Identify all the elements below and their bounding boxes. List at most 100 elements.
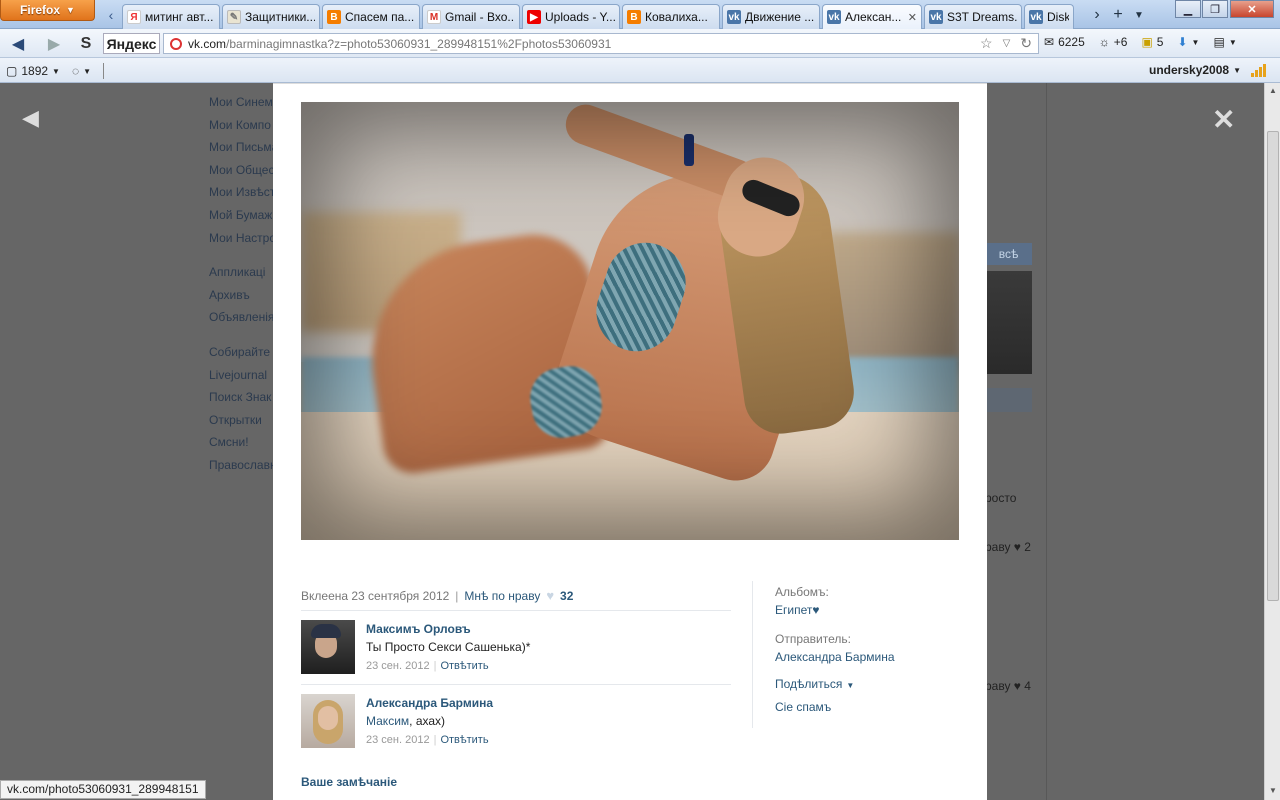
background-bar — [985, 388, 1032, 412]
bonus-widget[interactable]: ▣ 5 — [1141, 35, 1163, 49]
comment-mention-link[interactable]: Максим — [366, 714, 409, 728]
menu-item[interactable]: Православн — [209, 454, 278, 477]
menu-item[interactable]: Архивъ — [209, 284, 278, 307]
address-bar[interactable]: vk.com/barminagimnastka?z=photo53060931_… — [163, 33, 1039, 54]
menu-item[interactable]: Открытки — [209, 409, 278, 432]
reply-link[interactable]: Отвѣтить — [440, 734, 488, 746]
blogger-icon: B — [627, 10, 641, 24]
avatar-cap — [311, 624, 341, 638]
maximize-icon[interactable]: ❐ — [1202, 0, 1228, 18]
main-photo[interactable] — [301, 102, 959, 540]
reload-icon[interactable]: ↻ — [1020, 35, 1032, 53]
comment-item: Александра Бармина Максим, ахах) 23 сен.… — [301, 694, 731, 750]
chevron-down-icon: ▼ — [1191, 37, 1200, 47]
history-dropdown-icon[interactable]: ▽ — [1003, 35, 1011, 53]
comment-author[interactable]: Александра Бармина — [366, 696, 493, 710]
album-link[interactable]: Египет♥ — [775, 603, 829, 617]
tab-5[interactable]: B Ковалиха... — [622, 4, 720, 29]
list-all-tabs-icon[interactable]: ▼ — [1131, 10, 1147, 21]
comment-date: 23 сен. 2012 — [366, 734, 430, 746]
chevron-down-icon[interactable]: ▼ — [846, 681, 854, 690]
tab-4[interactable]: ▶ Uploads - Y... — [522, 4, 620, 29]
signal-strength-icon[interactable] — [1251, 63, 1266, 77]
menu-item[interactable]: Поиск Знак — [209, 386, 278, 409]
tab-0[interactable]: Ямитинг авт... — [122, 4, 220, 29]
share-menu[interactable]: Подѣлиться ▼ — [775, 677, 854, 691]
forward-arrow-icon[interactable]: ▶ — [44, 34, 64, 54]
tab-1[interactable]: ✎ Защитники... — [222, 4, 320, 29]
tab-9[interactable]: vk Diskote — [1024, 4, 1074, 29]
scroll-down-icon[interactable]: ▼ — [1265, 783, 1280, 799]
bookmarks-right: undersky2008 ▼ — [1149, 63, 1266, 77]
weather-widget[interactable]: ☼ +6 — [1099, 35, 1128, 49]
tab-8[interactable]: vk S3T Dreams... — [924, 4, 1022, 29]
chevron-down-icon: ▼ — [83, 66, 92, 76]
tab-6[interactable]: vk Движение ... — [722, 4, 820, 29]
tab-title: Алексан... — [845, 10, 902, 24]
close-tab-icon[interactable]: ✕ — [908, 11, 917, 24]
back-arrow-icon[interactable]: ◀ — [8, 34, 28, 54]
previous-photo-arrow-icon[interactable]: ◀ — [22, 105, 39, 131]
tab-scroll-right-icon[interactable]: › — [1089, 6, 1105, 24]
yandex-label: Яндекс — [106, 35, 157, 52]
tab-bar-controls: › + ▼ — [1089, 4, 1147, 26]
tab-2[interactable]: B Спасем па... — [322, 4, 420, 29]
background-like-count: раву ♥ 2 — [985, 540, 1031, 554]
menu-item[interactable]: Мой Бумаж — [209, 204, 278, 227]
like-button[interactable]: Мнѣ по нраву — [464, 589, 540, 603]
menu-item[interactable]: Мои Извѣст — [209, 181, 278, 204]
menu-item[interactable]: Аппликаці — [209, 261, 278, 284]
report-spam-link[interactable]: Сіе спамъ — [775, 700, 831, 714]
reply-link[interactable]: Отвѣтить — [440, 660, 488, 672]
chevron-down-icon: ▼ — [52, 66, 60, 76]
new-tab-icon[interactable]: + — [1105, 6, 1131, 24]
tab-title: Защитники... — [245, 10, 315, 24]
tab-3[interactable]: M Gmail - Вхо... — [422, 4, 520, 29]
menu-item[interactable]: Livejournal — [209, 364, 278, 387]
all-photos-link[interactable]: всѣ — [985, 243, 1032, 265]
background-thumbnail[interactable] — [985, 271, 1032, 374]
vk-icon: vk — [827, 10, 841, 24]
minimize-icon[interactable]: ▁ — [1175, 0, 1201, 18]
menu-item[interactable]: Мои Письма — [209, 136, 278, 159]
user-menu[interactable]: undersky2008 ▼ — [1149, 63, 1241, 77]
add-comment-heading[interactable]: Ваше замѣчаніе — [301, 775, 397, 789]
heart-icon[interactable]: ♥ — [546, 588, 554, 603]
comments-widget[interactable]: ◌ ▼ — [72, 64, 91, 78]
tab-scroll-left-icon[interactable]: ‹ — [104, 6, 118, 26]
mail-widget[interactable]: ✉ 6225 — [1044, 35, 1085, 49]
sender-link[interactable]: Александра Бармина — [775, 650, 895, 664]
menu-item[interactable]: Объявленія — [209, 306, 278, 329]
scroll-up-icon[interactable]: ▲ — [1265, 83, 1280, 99]
menu-item[interactable]: Мои Синем — [209, 91, 278, 114]
scrollbar-thumb[interactable] — [1267, 131, 1279, 601]
menu-item[interactable]: Собирайте — [209, 341, 278, 364]
tab-title: Движение ... — [745, 10, 815, 24]
menu-item[interactable]: Мои Компо — [209, 114, 278, 137]
bookmark-star-icon[interactable]: ☆ — [980, 35, 993, 53]
avatar[interactable] — [301, 694, 355, 748]
firefox-menu-button[interactable]: Firefox ▼ — [0, 0, 95, 21]
comment-author[interactable]: Максимъ Орловъ — [366, 622, 471, 636]
menu-item[interactable]: Смсни! — [209, 431, 278, 454]
tab-strip: Ямитинг авт... ✎ Защитники... B Спасем па.… — [122, 4, 1074, 29]
site-identity-icon[interactable] — [170, 37, 182, 50]
spam-action[interactable]: Сіе спамъ — [775, 700, 831, 714]
menu-item[interactable]: Мои Общес — [209, 159, 278, 182]
background-left-menu: Мои Синем Мои Компо Мои Письма Мои Общес… — [209, 91, 278, 477]
menu-widget[interactable]: ▤ ▼ — [1213, 35, 1236, 49]
avatar[interactable] — [301, 620, 355, 674]
close-viewer-icon[interactable]: ✕ — [1212, 103, 1235, 136]
like-count[interactable]: 32 — [560, 589, 573, 603]
yandex-search-button[interactable]: Яндекс — [103, 33, 160, 54]
close-window-icon[interactable]: ✕ — [1230, 0, 1274, 18]
download-widget[interactable]: ⬇ ▼ — [1177, 35, 1199, 49]
menu-item[interactable]: Мои Настро — [209, 227, 278, 250]
bookmarks-widget[interactable]: ▢ 1892 ▼ — [6, 64, 60, 78]
sync-s-icon[interactable]: S — [76, 34, 96, 54]
page-scrollbar[interactable]: ▲ ▼ — [1264, 83, 1280, 800]
tab-title: Diskote — [1047, 10, 1069, 24]
share-link[interactable]: Подѣлиться — [775, 677, 842, 691]
tab-7-active[interactable]: vk Алексан... ✕ — [822, 4, 922, 29]
addon-icon: ▤ — [1213, 35, 1225, 49]
